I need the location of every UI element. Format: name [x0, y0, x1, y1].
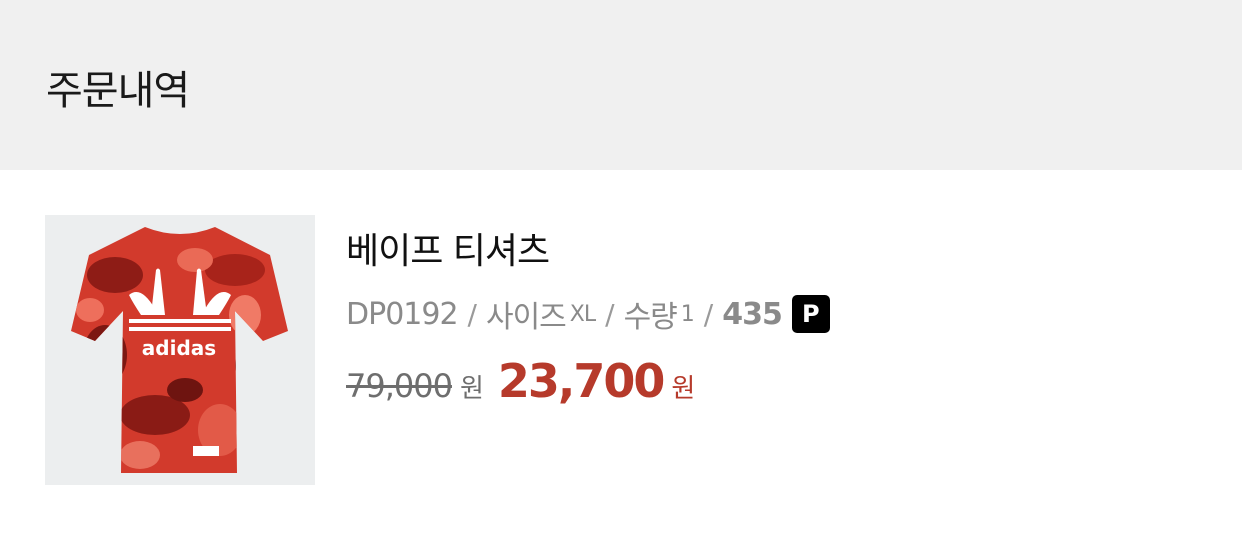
sale-price: 23,700 — [497, 354, 666, 408]
product-code: DP0192 — [346, 296, 459, 332]
sale-price-unit: 원 — [671, 374, 696, 404]
product-name[interactable]: 베이프 티셔츠 — [346, 222, 550, 274]
product-image[interactable]: adidas — [45, 215, 315, 485]
product-meta: DP0192 / 사이즈 XL / 수량 1 / 435 P — [346, 292, 830, 336]
quantity-label: 수량 — [623, 300, 678, 335]
points-value: 435 — [722, 296, 783, 332]
size-value: XL — [569, 301, 596, 327]
order-item[interactable]: adidas 베이프 티셔츠 DP0192 / 사이즈 XL / 수량 1 / … — [0, 170, 1242, 538]
quantity-value: 1 — [680, 301, 695, 327]
separator: / — [467, 297, 477, 331]
separator: / — [703, 297, 713, 331]
original-price: 79,000 — [346, 367, 453, 405]
original-price-unit: 원 — [459, 374, 484, 404]
page-header: 주문내역 — [0, 0, 1242, 170]
page-title: 주문내역 — [46, 68, 190, 114]
points-badge-icon: P — [791, 295, 830, 333]
tshirt-image-icon: adidas — [71, 227, 288, 473]
separator: / — [605, 297, 614, 331]
price-row: 79,000 원 23,700 원 — [346, 354, 695, 410]
size-label: 사이즈 — [485, 300, 567, 335]
svg-text:adidas: adidas — [142, 336, 216, 360]
